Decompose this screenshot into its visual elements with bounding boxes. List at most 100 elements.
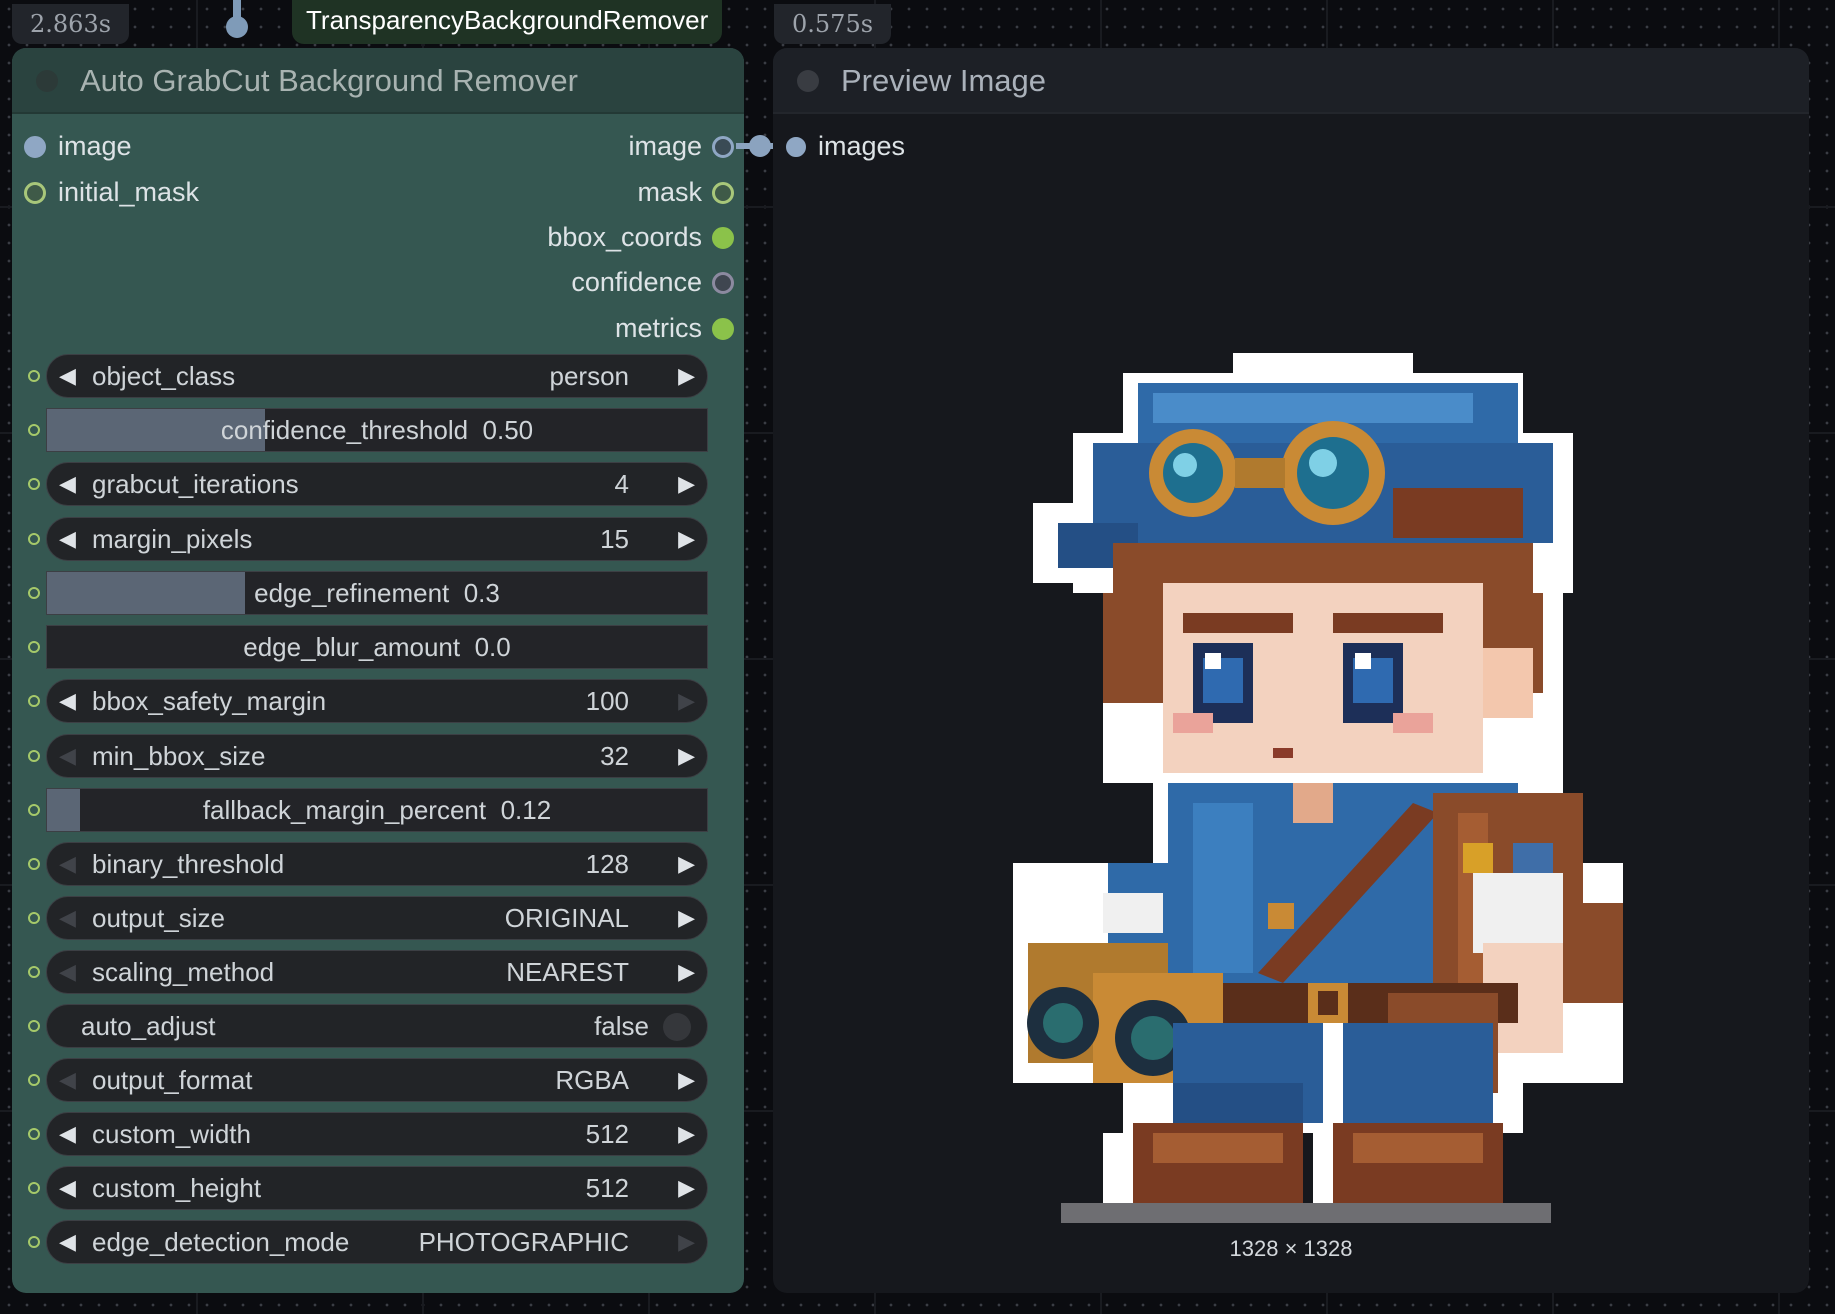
slider-fallback-margin-percent[interactable]: fallback_margin_percent 0.12: [46, 788, 708, 832]
widget-label: auto_adjust: [81, 1011, 216, 1041]
widget-value: false: [594, 1011, 649, 1041]
arrow-right-icon[interactable]: ▶: [678, 1167, 695, 1209]
slider-edge-refinement[interactable]: edge_refinement 0.3: [46, 571, 708, 615]
output-slot-confidence[interactable]: [712, 272, 734, 294]
arrow-right-icon[interactable]: ▶: [678, 735, 695, 777]
combo-output-size[interactable]: ◀ output_size ORIGINAL ▶: [46, 896, 708, 940]
arrow-left-icon[interactable]: ◀: [59, 843, 76, 885]
input-slot-images[interactable]: [786, 137, 806, 157]
combo-scaling-method[interactable]: ◀ scaling_method NEAREST ▶: [46, 950, 708, 994]
link-reroute-dot[interactable]: [226, 16, 248, 38]
collapse-dot[interactable]: [797, 70, 819, 92]
widget-input-slot[interactable]: [28, 858, 40, 870]
arrow-right-icon[interactable]: ▶: [678, 1059, 695, 1101]
number-margin-pixels[interactable]: ◀ margin_pixels 15 ▶: [46, 517, 708, 561]
arrow-left-icon[interactable]: ◀: [59, 680, 76, 722]
widget-input-slot[interactable]: [28, 1074, 40, 1086]
number-grabcut-iterations[interactable]: ◀ grabcut_iterations 4 ▶: [46, 462, 708, 506]
number-min-bbox-size[interactable]: ◀ min_bbox_size 32 ▶: [46, 734, 708, 778]
widget-input-slot[interactable]: [28, 424, 40, 436]
widget-input-slot[interactable]: [28, 804, 40, 816]
arrow-left-icon[interactable]: ◀: [59, 463, 76, 505]
arrow-left-icon[interactable]: ◀: [59, 1221, 76, 1263]
output-slot-image[interactable]: [712, 136, 734, 158]
widget-label: output_format: [92, 1065, 253, 1095]
widget-input-slot[interactable]: [28, 1128, 40, 1140]
widget-input-slot[interactable]: [28, 912, 40, 924]
arrow-left-icon[interactable]: ◀: [59, 951, 76, 993]
widget-label-value: edge_refinement 0.3: [254, 578, 500, 608]
arrow-left-icon[interactable]: ◀: [59, 1167, 76, 1209]
widget-value: 32: [600, 741, 629, 771]
widget-input-slot[interactable]: [28, 695, 40, 707]
toggle-auto-adjust[interactable]: auto_adjust false: [46, 1004, 708, 1048]
io-row: images: [773, 126, 1173, 166]
widget-input-slot[interactable]: [28, 370, 40, 382]
toggle-knob[interactable]: [663, 1013, 691, 1041]
arrow-right-icon[interactable]: ▶: [678, 355, 695, 397]
arrow-left-icon[interactable]: ◀: [59, 518, 76, 560]
arrow-right-icon[interactable]: ▶: [678, 680, 695, 722]
arrow-left-icon[interactable]: ◀: [59, 355, 76, 397]
number-custom-width[interactable]: ◀ custom_width 512 ▶: [46, 1112, 708, 1156]
widget-label: custom_height: [92, 1173, 262, 1203]
node-header[interactable]: Preview Image: [773, 48, 1809, 114]
group-title[interactable]: TransparencyBackgroundRemover: [292, 0, 723, 44]
arrow-right-icon[interactable]: ▶: [678, 518, 695, 560]
arrow-right-icon[interactable]: ▶: [678, 1221, 695, 1263]
widget-input-slot[interactable]: [28, 478, 40, 490]
widget-label: custom_width: [92, 1119, 251, 1149]
widget-input-slot[interactable]: [28, 587, 40, 599]
combo-object-class[interactable]: ◀ object_class person ▶: [46, 354, 708, 398]
arrow-right-icon[interactable]: ▶: [678, 1113, 695, 1155]
slider-confidence-threshold[interactable]: confidence_threshold 0.50: [46, 408, 708, 452]
widget-label: object_class: [92, 361, 236, 391]
link-wire: [736, 143, 776, 149]
preview-image-node[interactable]: Preview Image images 1328 × 1328: [773, 48, 1809, 1293]
grabcut-node[interactable]: Auto GrabCut Background Remover image im…: [12, 48, 744, 1293]
arrow-right-icon[interactable]: ▶: [678, 897, 695, 939]
arrow-left-icon[interactable]: ◀: [59, 897, 76, 939]
io-row: initial_mask mask: [12, 172, 744, 212]
combo-output-format[interactable]: ◀ output_format RGBA ▶: [46, 1058, 708, 1102]
number-bbox-safety-margin[interactable]: ◀ bbox_safety_margin 100 ▶: [46, 679, 708, 723]
number-binary-threshold[interactable]: ◀ binary_threshold 128 ▶: [46, 842, 708, 886]
output-slot-metrics[interactable]: [712, 318, 734, 340]
widget-label: grabcut_iterations: [92, 469, 299, 499]
character-sprite-image: [1013, 353, 1623, 1223]
arrow-left-icon[interactable]: ◀: [59, 1059, 76, 1101]
combo-edge-detection-mode[interactable]: ◀ edge_detection_mode PHOTOGRAPHIC ▶: [46, 1220, 708, 1264]
arrow-right-icon[interactable]: ▶: [678, 843, 695, 885]
node-header[interactable]: Auto GrabCut Background Remover: [12, 48, 744, 114]
widget-input-slot[interactable]: [28, 1236, 40, 1248]
output-slot-mask[interactable]: [712, 182, 734, 204]
arrow-right-icon[interactable]: ▶: [678, 951, 695, 993]
widget-value: person: [549, 361, 630, 391]
image-dimensions-label: 1328 × 1328: [1229, 1236, 1353, 1261]
input-label: images: [818, 131, 906, 161]
execution-time-badge: 2.863s: [12, 4, 130, 44]
slider-edge-blur-amount[interactable]: edge_blur_amount 0.0: [46, 625, 708, 669]
widget-input-slot[interactable]: [28, 966, 40, 978]
input-slot-initial-mask[interactable]: [24, 182, 46, 204]
widget-label-value: confidence_threshold 0.50: [220, 415, 534, 445]
widget-label: margin_pixels: [92, 524, 253, 554]
input-slot-image[interactable]: [24, 136, 46, 158]
output-slot-bbox-coords[interactable]: [712, 227, 734, 249]
collapse-dot[interactable]: [36, 70, 58, 92]
arrow-left-icon[interactable]: ◀: [59, 735, 76, 777]
arrow-right-icon[interactable]: ▶: [678, 463, 695, 505]
arrow-left-icon[interactable]: ◀: [59, 1113, 76, 1155]
number-custom-height[interactable]: ◀ custom_height 512 ▶: [46, 1166, 708, 1210]
widget-value: 512: [585, 1173, 629, 1203]
widget-label: scaling_method: [92, 957, 275, 987]
output-label: bbox_coords: [547, 222, 702, 252]
widget-input-slot[interactable]: [28, 533, 40, 545]
widget-input-slot[interactable]: [28, 1182, 40, 1194]
io-row: metrics: [12, 308, 744, 348]
widget-value: PHOTOGRAPHIC: [418, 1227, 629, 1257]
widget-label-value: edge_blur_amount 0.0: [243, 632, 511, 662]
widget-input-slot[interactable]: [28, 750, 40, 762]
widget-input-slot[interactable]: [28, 1020, 40, 1032]
widget-input-slot[interactable]: [28, 641, 40, 653]
